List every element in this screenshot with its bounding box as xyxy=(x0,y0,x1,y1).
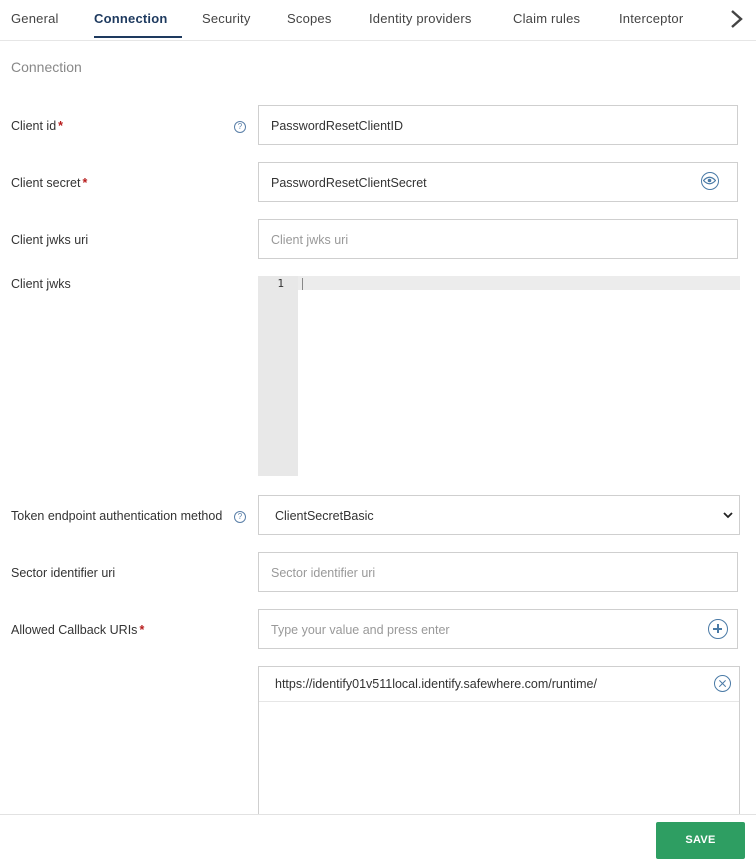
token-auth-method-value: ClientSecretBasic xyxy=(275,509,374,523)
section-title: Connection xyxy=(11,59,82,75)
add-icon[interactable] xyxy=(708,619,728,639)
allowed-callback-uris-label: Allowed Callback URIs * xyxy=(11,623,145,637)
tab-connection[interactable]: Connection xyxy=(94,11,168,26)
token-auth-method-label: Token endpoint authentication method xyxy=(11,509,223,523)
tab-bar: General Connection Security Scopes Ident… xyxy=(0,0,756,41)
client-id-label: Client id * xyxy=(11,119,64,133)
active-tab-indicator xyxy=(94,36,182,38)
client-id-field[interactable]: PasswordResetClientID xyxy=(258,105,738,145)
callback-uri-value: https://identify01v511local.identify.saf… xyxy=(275,677,597,691)
allowed-callback-uris-input[interactable]: Type your value and press enter xyxy=(258,609,738,649)
text-cursor xyxy=(302,278,303,290)
tab-general[interactable]: General xyxy=(11,11,59,26)
client-jwks-uri-field[interactable]: Client jwks uri xyxy=(258,219,738,259)
chevron-down-icon xyxy=(723,512,733,519)
chevron-right-icon[interactable] xyxy=(727,8,747,30)
line-gutter: 1 xyxy=(258,276,298,476)
footer-bar: SAVE xyxy=(0,814,756,864)
client-jwks-editor[interactable]: 1 xyxy=(258,276,740,476)
required-mark: * xyxy=(139,623,145,637)
callback-uri-placeholder: Type your value and press enter xyxy=(271,623,450,637)
tab-security[interactable]: Security xyxy=(202,11,251,26)
sector-identifier-uri-placeholder: Sector identifier uri xyxy=(271,566,376,580)
list-item: https://identify01v511local.identify.saf… xyxy=(259,667,739,702)
tab-scopes[interactable]: Scopes xyxy=(287,11,332,26)
sector-identifier-uri-label: Sector identifier uri xyxy=(11,566,116,580)
remove-icon[interactable] xyxy=(714,675,731,692)
save-button[interactable]: SAVE xyxy=(656,822,745,859)
required-mark: * xyxy=(58,119,64,133)
client-jwks-uri-label: Client jwks uri xyxy=(11,233,89,247)
client-secret-value: PasswordResetClientSecret xyxy=(271,176,427,190)
help-icon[interactable]: ? xyxy=(234,511,246,523)
token-auth-method-select[interactable]: ClientSecretBasic xyxy=(258,495,740,535)
callback-uri-list: https://identify01v511local.identify.saf… xyxy=(258,666,740,816)
client-id-value: PasswordResetClientID xyxy=(271,119,403,133)
required-mark: * xyxy=(82,176,88,190)
sector-identifier-uri-field[interactable]: Sector identifier uri xyxy=(258,552,738,592)
tab-claim-rules[interactable]: Claim rules xyxy=(513,11,580,26)
line-number: 1 xyxy=(277,277,284,290)
tab-interceptor[interactable]: Interceptor xyxy=(619,11,683,26)
client-jwks-label: Client jwks xyxy=(11,277,71,291)
client-jwks-uri-placeholder: Client jwks uri xyxy=(271,233,349,247)
tab-identity-providers[interactable]: Identity providers xyxy=(369,11,472,26)
active-line xyxy=(298,276,740,290)
help-icon[interactable]: ? xyxy=(234,121,246,133)
client-secret-field[interactable]: PasswordResetClientSecret xyxy=(258,162,738,202)
eye-icon[interactable] xyxy=(701,172,719,190)
client-secret-label: Client secret * xyxy=(11,176,88,190)
